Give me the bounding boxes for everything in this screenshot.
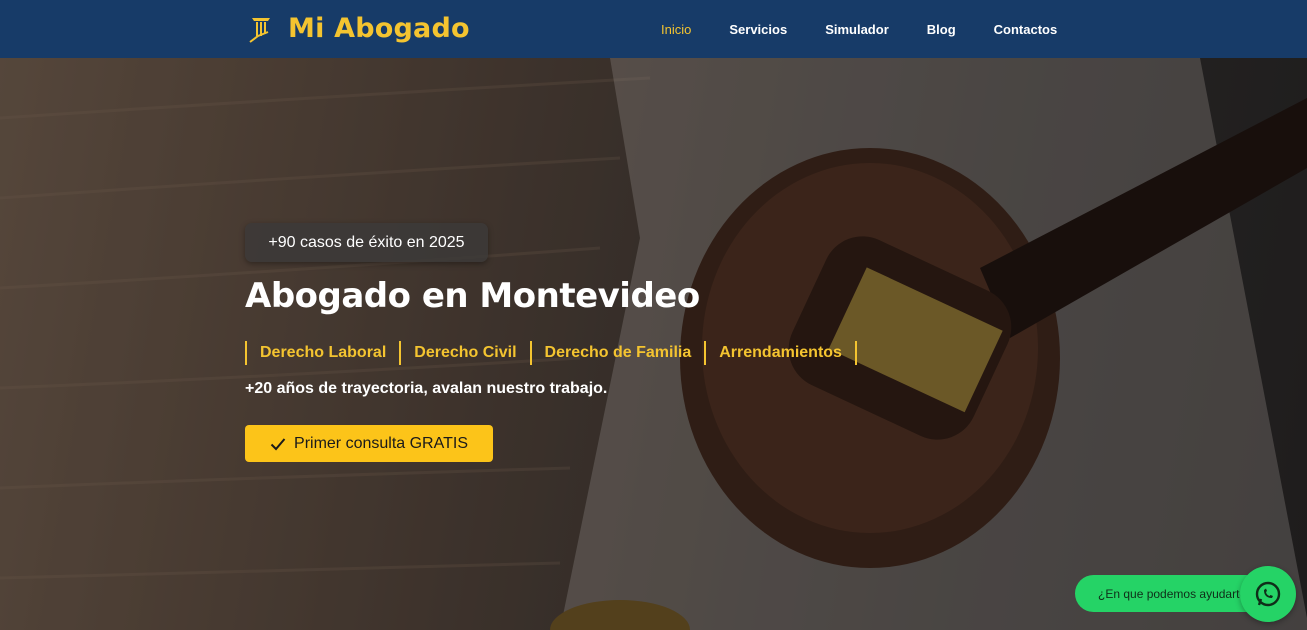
nav-item-contactos[interactable]: Contactos (994, 22, 1058, 37)
hero-section: +90 casos de éxito en 2025 Abogado en Mo… (0, 58, 1307, 630)
practice-item-civil: Derecho Civil (399, 341, 529, 365)
site-header: Mi Abogado Inicio Servicios Simulador Bl… (0, 0, 1307, 58)
nav-item-blog[interactable]: Blog (927, 22, 956, 37)
nav-item-servicios[interactable]: Servicios (729, 22, 787, 37)
main-nav: Inicio Servicios Simulador Blog Contacto… (661, 0, 1095, 58)
whatsapp-icon (1255, 581, 1281, 607)
check-icon (270, 437, 286, 450)
success-badge: +90 casos de éxito en 2025 (245, 223, 488, 262)
logo[interactable]: Mi Abogado (248, 13, 470, 44)
hero-tagline: +20 años de trayectoria, avalan nuestro … (245, 380, 608, 397)
hero-title: Abogado en Montevideo (245, 276, 700, 316)
practice-item-laboral: Derecho Laboral (245, 341, 399, 365)
nav-item-inicio[interactable]: Inicio (661, 22, 691, 37)
practice-item-arrendamientos: Arrendamientos (704, 341, 857, 365)
whatsapp-button[interactable] (1240, 566, 1296, 622)
practice-item-familia: Derecho de Familia (529, 341, 705, 365)
brand-name: Mi Abogado (288, 13, 470, 44)
practice-areas: Derecho Laboral Derecho Civil Derecho de… (245, 341, 857, 365)
cta-label: Primer consulta GRATIS (294, 434, 468, 452)
whatsapp-prompt[interactable]: ¿En que podemos ayudarte? (1075, 575, 1265, 612)
nav-item-simulador[interactable]: Simulador (825, 22, 889, 37)
pillar-logo-icon (249, 17, 270, 43)
free-consultation-button[interactable]: Primer consulta GRATIS (245, 425, 493, 462)
